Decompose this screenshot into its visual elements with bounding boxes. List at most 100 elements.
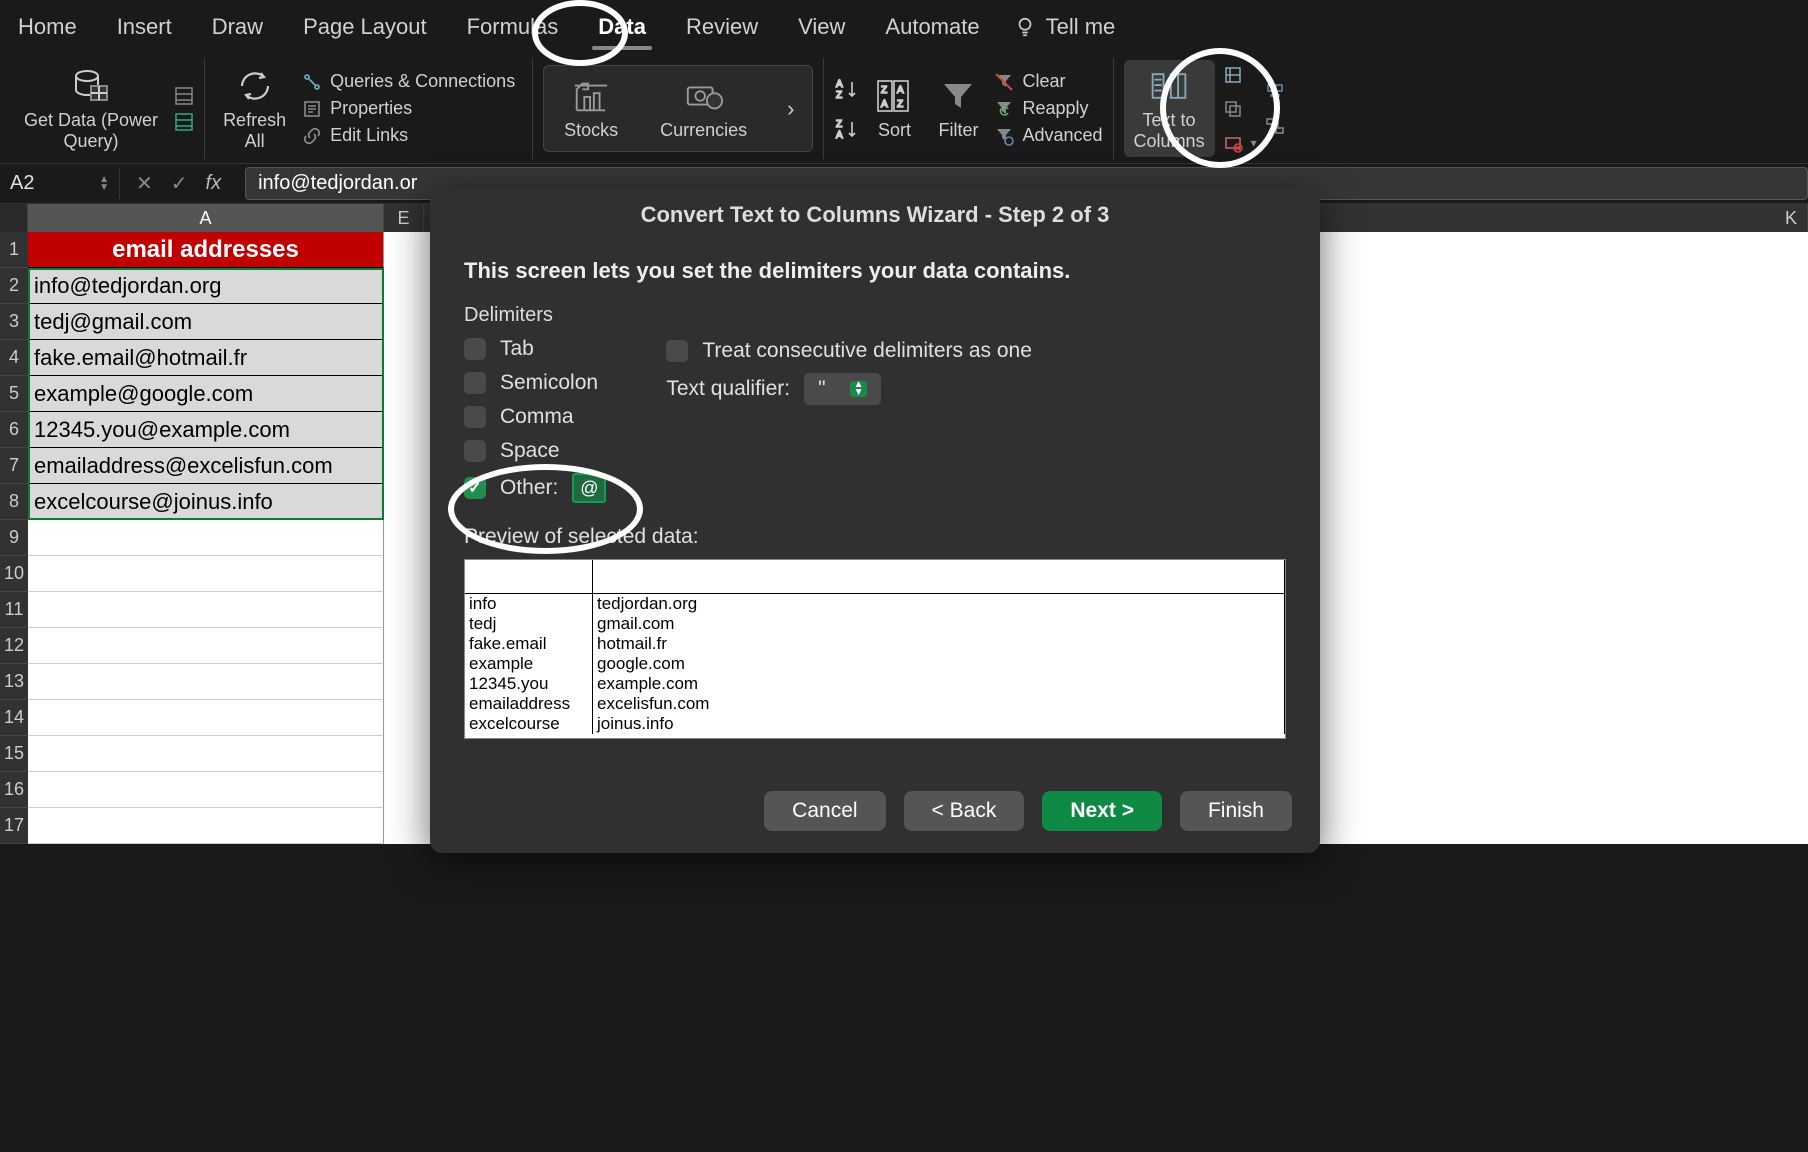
row-header-12[interactable]: 12 [0,628,28,664]
tab-review[interactable]: Review [680,8,764,46]
row-header-2[interactable]: 2 [0,268,28,304]
name-box[interactable]: A2 ▲▼ [0,168,120,199]
cell-a17[interactable] [28,808,384,844]
row-header-5[interactable]: 5 [0,376,28,412]
clear-label: Clear [1022,71,1065,92]
accept-formula-icon[interactable]: ✓ [171,171,188,196]
cell-a10[interactable] [28,556,384,592]
row-header-11[interactable]: 11 [0,592,28,628]
treat-consecutive[interactable]: Treat consecutive delimiters as one [666,339,1032,363]
cancel-button[interactable]: Cancel [764,791,885,831]
fx-icon[interactable]: fx [206,172,222,195]
tab-view[interactable]: View [792,8,851,46]
cell-a5[interactable]: example@google.com [28,376,384,412]
cell-a12[interactable] [28,628,384,664]
cell-a16[interactable] [28,772,384,808]
filter-button[interactable]: Filter [930,72,986,145]
stocks-label: Stocks [564,120,618,141]
delimiter-tab[interactable]: Tab [464,337,606,361]
row-header-6[interactable]: 6 [0,412,28,448]
checkbox-space[interactable] [464,440,486,462]
sort-desc[interactable]: ZA [834,118,858,140]
checkbox-tab[interactable] [464,338,486,360]
cell-a1[interactable]: email addresses [28,232,384,268]
data-types-more[interactable]: › [781,96,800,122]
checkbox-consecutive[interactable] [666,340,688,362]
advanced-filter[interactable]: Advanced [994,125,1102,146]
row-header-16[interactable]: 16 [0,772,28,808]
cell-a15[interactable] [28,736,384,772]
properties[interactable]: Properties [302,98,522,119]
tab-automate[interactable]: Automate [879,8,985,46]
from-table-icon[interactable] [174,86,194,106]
cancel-formula-icon[interactable]: ✕ [136,171,153,196]
row-header-1[interactable]: 1 [0,232,28,268]
get-data-button[interactable]: Get Data (Power Query) [16,62,166,155]
tab-draw[interactable]: Draw [206,8,269,46]
text-qualifier-select[interactable]: " ▲▼ [804,373,881,405]
relationships[interactable] [1265,116,1285,136]
row-header-3[interactable]: 3 [0,304,28,340]
dialog-footer: Cancel < Back Next > Finish [430,775,1320,853]
tell-me[interactable]: Tell me [1014,14,1116,40]
checkbox-semicolon[interactable] [464,372,486,394]
tab-data[interactable]: Data [592,8,652,46]
remove-duplicates[interactable] [1223,99,1257,119]
delimiter-semicolon[interactable]: Semicolon [464,371,606,395]
cell-a13[interactable] [28,664,384,700]
other-delimiter-input[interactable] [572,473,606,503]
stocks-button[interactable]: Stocks [556,72,626,145]
properties-icon [302,99,322,119]
refresh-all-button[interactable]: Refresh All [215,62,294,155]
row-header-14[interactable]: 14 [0,700,28,736]
consolidate[interactable] [1265,82,1285,102]
tab-page-layout[interactable]: Page Layout [297,8,433,46]
col-header-b[interactable]: E [384,204,424,232]
currencies-button[interactable]: Currencies [652,72,755,145]
row-header-8[interactable]: 8 [0,484,28,520]
sort-button[interactable]: ZAAZ Sort [866,72,922,145]
sort-asc[interactable]: AZ [834,78,858,100]
tab-formulas[interactable]: Formulas [461,8,565,46]
edit-links[interactable]: Edit Links [302,125,522,146]
flash-fill[interactable] [1223,65,1257,85]
data-types-gallery[interactable]: Stocks Currencies › [543,65,813,152]
cell-a4[interactable]: fake.email@hotmail.fr [28,340,384,376]
cell-a11[interactable] [28,592,384,628]
cell-a3[interactable]: tedj@gmail.com [28,304,384,340]
name-box-stepper[interactable]: ▲▼ [99,176,109,192]
checkbox-other[interactable] [464,477,486,499]
row-header-15[interactable]: 15 [0,736,28,772]
cell-a6[interactable]: 12345.you@example.com [28,412,384,448]
next-button[interactable]: Next > [1042,791,1162,831]
finish-button[interactable]: Finish [1180,791,1292,831]
row-header-4[interactable]: 4 [0,340,28,376]
row-header-17[interactable]: 17 [0,808,28,844]
text-to-columns-button[interactable]: Text to Columns [1124,60,1215,157]
cell-a2[interactable]: info@tedjordan.org [28,268,384,304]
select-all-corner[interactable] [0,204,28,232]
row-header-7[interactable]: 7 [0,448,28,484]
from-table-green[interactable] [174,112,194,132]
dialog-intro: This screen lets you set the delimiters … [464,258,1286,284]
delimiter-other[interactable]: Other: [464,473,606,503]
back-button[interactable]: < Back [904,791,1025,831]
checkbox-comma[interactable] [464,406,486,428]
tab-insert[interactable]: Insert [111,8,178,46]
row-header-13[interactable]: 13 [0,664,28,700]
tab-home[interactable]: Home [12,8,83,46]
refresh-label: Refresh All [223,110,286,151]
reapply-filter[interactable]: Reapply [994,98,1102,119]
data-validation[interactable]: ▾ [1223,133,1257,153]
delimiter-space[interactable]: Space [464,439,606,463]
clear-filter[interactable]: Clear [994,71,1102,92]
row-header-9[interactable]: 9 [0,520,28,556]
cell-a14[interactable] [28,700,384,736]
row-header-10[interactable]: 10 [0,556,28,592]
cell-a9[interactable] [28,520,384,556]
col-header-a[interactable]: A [28,204,384,232]
cell-a7[interactable]: emailaddress@excelisfun.com [28,448,384,484]
delimiter-comma[interactable]: Comma [464,405,606,429]
queries-connections[interactable]: Queries & Connections [302,71,522,92]
cell-a8[interactable]: excelcourse@joinus.info [28,484,384,520]
